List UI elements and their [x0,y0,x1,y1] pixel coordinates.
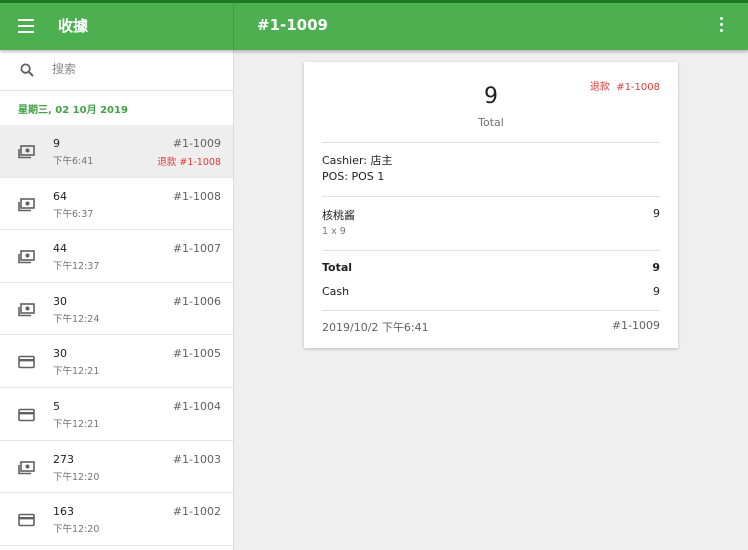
pos-text: POS: POS 1 [322,170,385,183]
receipt-time: 下午12:20 [53,524,100,536]
divider [322,196,660,197]
card-icon [18,407,35,422]
refund-badge: 退款 #1-1008 [157,157,221,168]
menu-icon[interactable] [18,19,34,33]
receipt-list-item[interactable]: 30 下午12:24 #1-1006 [0,283,233,336]
receipt-amount: 30 [53,294,67,308]
item-quantity: 1 x 9 [322,226,346,237]
divider [322,142,660,143]
receipt-time: 下午12:21 [53,366,100,378]
card-icon [18,512,35,527]
total-label: Total [478,116,504,129]
receipt-detail-card: 退款 #1-1008 9 Total Cashier: 店主 POS: POS … [304,62,678,348]
receipt-amount: 5 [53,399,60,413]
total-row-value: 9 [652,261,660,274]
receipt-list-item[interactable]: 273 下午12:20 #1-1003 [0,441,233,494]
receipt-number: #1-1007 [172,242,221,256]
item-price: 9 [653,207,660,220]
receipt-list-item[interactable]: 64 下午6:37 #1-1008 [0,178,233,231]
receipt-list-item[interactable]: 5 下午12:21 #1-1004 [0,388,233,441]
receipt-list-item[interactable]: 163 下午12:20 #1-1002 [0,493,233,546]
total-row-label: Total [322,261,353,274]
receipt-amount: 273 [53,452,74,466]
app-title: 收據 [58,17,89,35]
cash-icon [18,460,35,474]
more-vert-icon[interactable] [716,17,726,35]
receipt-list: 9 下午6:41 #1-1009 退款 #1-1008 64 下午6:37 #1-1008 4… [0,125,233,546]
divider [322,310,660,311]
total-amount: 9 [484,84,498,109]
receipt-title: #1-1009 [257,16,328,34]
cash-icon [18,249,35,264]
receipt-list-item[interactable]: 44 下午12:37 #1-1007 [0,230,233,283]
receipt-amount: 30 [53,347,67,361]
receipt-amount: 44 [53,242,67,256]
receipt-time: 下午12:37 [53,261,100,273]
receipt-number: #1-1005 [172,347,221,361]
receipt-time: 下午12:20 [53,471,100,483]
search-bar [0,50,233,91]
receipt-number: #1-1009 [611,319,660,332]
receipt-amount: 163 [53,505,74,519]
payment-amount: 9 [653,285,660,298]
search-icon[interactable] [20,63,34,77]
receipt-list-item[interactable]: 9 下午6:41 #1-1009 退款 #1-1008 [0,125,233,178]
receipts-sidebar: 星期三, 02 10月 2019 9 下午6:41 #1-1009 退款 #1-100… [0,50,234,550]
receipt-list-item[interactable]: 30 下午12:21 #1-1005 [0,335,233,388]
receipt-time: 下午6:41 [53,156,94,167]
receipt-amount: 9 [53,137,60,150]
payment-type: Cash [322,285,350,298]
receipt-number: #1-1003 [172,452,221,466]
receipt-amount: 64 [53,189,67,203]
card-icon [18,354,35,369]
receipt-number: #1-1008 [172,189,221,203]
receipt-time: 下午6:37 [53,208,94,220]
cash-icon [18,197,35,211]
date-header: 星期三, 02 10月 2019 [18,105,128,116]
search-input[interactable] [52,62,222,76]
receipt-number: #1-1009 [172,137,221,150]
receipt-time: 下午12:24 [53,313,100,325]
cashier-text: Cashier: 店主 [322,154,393,167]
receipt-time: 下午12:21 [53,418,100,430]
app-bar: 收據 #1-1009 [0,3,748,50]
receipt-datetime: 2019/10/2 下午6:41 [322,321,429,334]
receipt-number: #1-1004 [172,399,221,413]
item-name: 核桃酱 [322,209,355,222]
cash-icon [18,144,35,159]
receipt-number: #1-1006 [172,294,221,308]
receipt-number: #1-1002 [172,505,221,519]
cash-icon [18,302,35,317]
divider [322,250,660,251]
app-bar-divider [233,3,234,50]
